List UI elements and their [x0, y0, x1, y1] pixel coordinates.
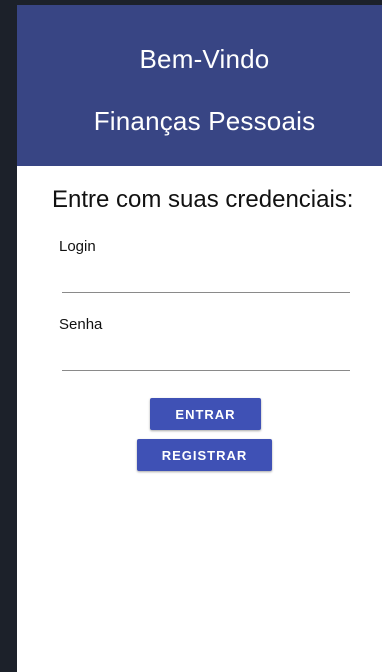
login-label: Login	[59, 238, 96, 255]
welcome-title: Bem-Vindo	[139, 44, 270, 74]
password-label: Senha	[59, 316, 103, 333]
register-button[interactable]: REGISTRAR	[137, 439, 272, 471]
app-screen: Bem-Vindo Finanças Pessoais Entre com su…	[17, 5, 382, 672]
app-header: Bem-Vindo Finanças Pessoais	[17, 5, 382, 166]
window-left-edge	[0, 0, 17, 672]
credentials-prompt: Entre com suas credenciais:	[52, 186, 354, 213]
app-name-subtitle: Finanças Pessoais	[93, 106, 316, 136]
login-input[interactable]	[62, 266, 350, 293]
password-input[interactable]	[62, 344, 350, 371]
login-button[interactable]: ENTRAR	[150, 398, 261, 430]
